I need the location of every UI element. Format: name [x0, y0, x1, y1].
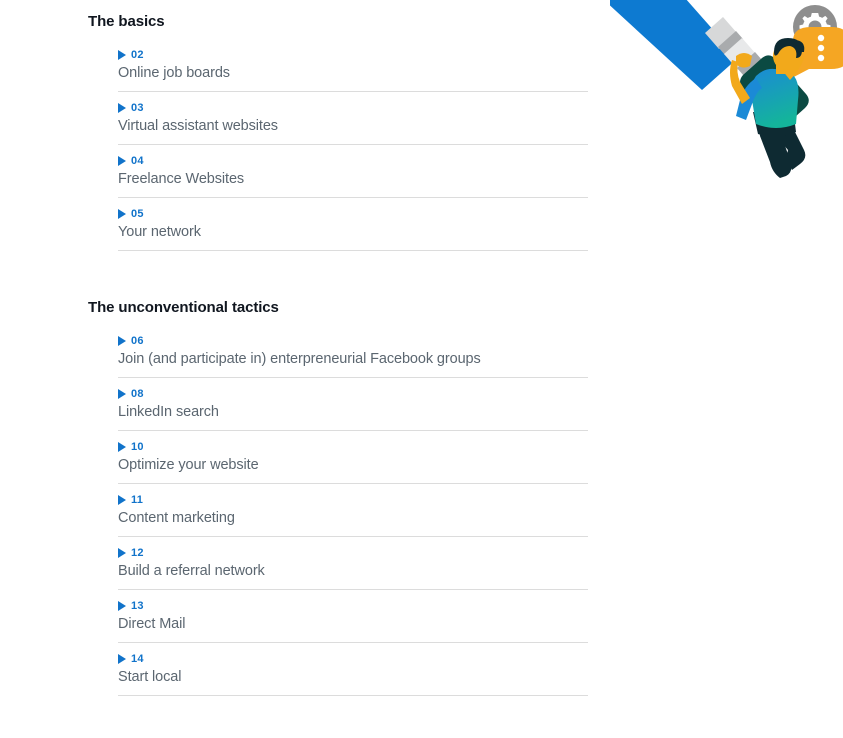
bubble-dot-1 [817, 34, 825, 42]
item-title: Join (and participate in) enterpreneuria… [118, 351, 481, 367]
play-arrow-icon [118, 208, 126, 219]
play-arrow-icon [118, 547, 126, 558]
item-title: Your network [118, 224, 201, 240]
gear-icon [793, 5, 837, 49]
chapter-list: 06 Join (and participate in) enterpreneu… [0, 334, 620, 696]
item-head: 06 [118, 334, 588, 347]
play-arrow-icon [118, 653, 126, 664]
item-head: 11 [118, 493, 588, 506]
play-arrow-icon [118, 494, 126, 505]
list-item[interactable]: 10 Optimize your website [118, 440, 588, 484]
chapter-list: 02 Online job boards 03 Virtual assistan… [0, 48, 620, 251]
pencil-icon [603, 0, 809, 128]
item-title: Virtual assistant websites [118, 118, 278, 134]
item-head: 05 [118, 207, 588, 220]
play-arrow-icon [118, 155, 126, 166]
item-title: Content marketing [118, 510, 235, 526]
item-number: 12 [131, 546, 144, 559]
item-head: 12 [118, 546, 588, 559]
list-item[interactable]: 11 Content marketing [118, 493, 588, 537]
item-number: 11 [131, 493, 144, 506]
bubble-dot-3 [817, 54, 825, 62]
item-title: Online job boards [118, 65, 230, 81]
bubble-dot-2 [817, 44, 825, 52]
item-number: 06 [131, 334, 144, 347]
content-column: The basics 02 Online job boards 03 Virtu… [0, 0, 620, 705]
item-head: 08 [118, 387, 588, 400]
speech-bubble-icon [790, 27, 843, 79]
section-the-basics: The basics 02 Online job boards 03 Virtu… [0, 0, 620, 251]
list-item[interactable]: 04 Freelance Websites [118, 154, 588, 198]
item-number: 08 [131, 387, 144, 400]
list-item[interactable]: 14 Start local [118, 652, 588, 696]
play-arrow-icon [118, 335, 126, 346]
header-illustration [603, 0, 843, 200]
item-head: 14 [118, 652, 588, 665]
section-heading: The unconventional tactics [88, 299, 279, 316]
item-head: 10 [118, 440, 588, 453]
item-head: 13 [118, 599, 588, 612]
item-title: Freelance Websites [118, 171, 245, 187]
item-number: 04 [131, 154, 144, 167]
section-the-unconventional-tactics: The unconventional tactics 06 Join (and … [0, 260, 620, 696]
list-item[interactable]: 06 Join (and participate in) enterpreneu… [118, 334, 588, 378]
item-head: 03 [118, 101, 588, 114]
item-number: 13 [131, 599, 144, 612]
person-figure [730, 38, 806, 178]
play-arrow-icon [118, 49, 126, 60]
play-arrow-icon [118, 102, 126, 113]
section-heading: The basics [88, 13, 165, 30]
list-item[interactable]: 13 Direct Mail [118, 599, 588, 643]
list-item[interactable]: 12 Build a referral network [118, 546, 588, 590]
item-title: Start local [118, 669, 182, 685]
item-title: Optimize your website [118, 457, 259, 473]
play-arrow-icon [118, 388, 126, 399]
list-item[interactable]: 02 Online job boards [118, 48, 588, 92]
list-item[interactable]: 03 Virtual assistant websites [118, 101, 588, 145]
item-number: 03 [131, 101, 144, 114]
play-arrow-icon [118, 441, 126, 452]
item-number: 10 [131, 440, 144, 453]
item-title: LinkedIn search [118, 404, 219, 420]
list-item[interactable]: 05 Your network [118, 207, 588, 251]
item-number: 05 [131, 207, 144, 220]
item-number: 02 [131, 48, 144, 61]
item-head: 02 [118, 48, 588, 61]
item-title: Direct Mail [118, 616, 186, 632]
item-head: 04 [118, 154, 588, 167]
play-arrow-icon [118, 600, 126, 611]
list-item[interactable]: 08 LinkedIn search [118, 387, 588, 431]
item-number: 14 [131, 652, 144, 665]
item-title: Build a referral network [118, 563, 265, 579]
